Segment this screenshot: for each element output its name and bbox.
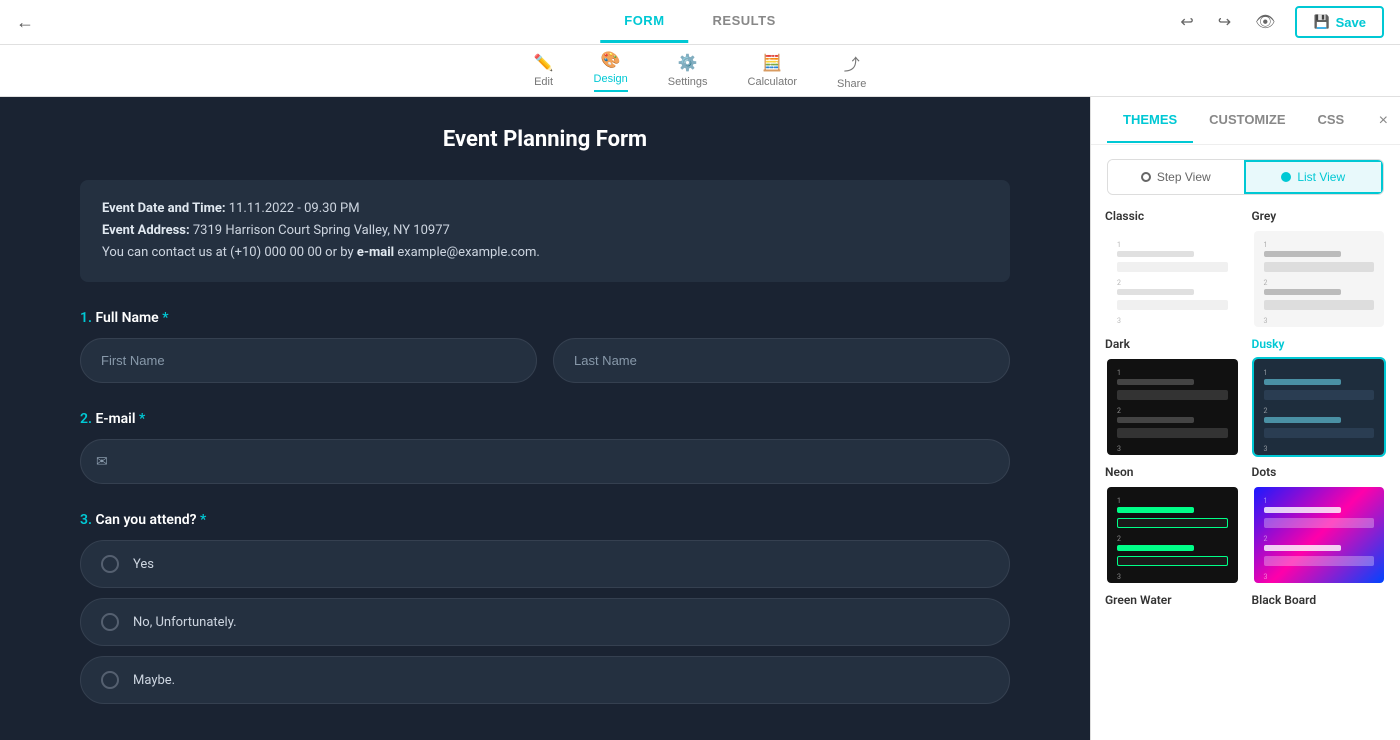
field-full-name: 1. Full Name * <box>80 310 1010 383</box>
tab-form[interactable]: FORM <box>600 1 688 43</box>
theme-label-greenwater: Green Water <box>1105 593 1240 607</box>
info-contact-line: You can contact us at (+10) 000 00 00 or… <box>102 242 988 264</box>
list-view-dot <box>1281 172 1291 182</box>
settings-icon: ⚙️ <box>678 53 698 73</box>
theme-group-dark: Dark 1 2 3 <box>1105 333 1240 457</box>
theme-group-blackboard: Black Board <box>1252 589 1387 613</box>
field-label-email: 2. E-mail * <box>80 411 1010 427</box>
theme-card-grey[interactable]: 1 2 3 <box>1252 229 1387 329</box>
toolbar-share[interactable]: ⤴ Share <box>837 51 866 90</box>
radio-circle-no <box>101 613 119 631</box>
field-label-attend: 3. Can you attend? * <box>80 512 1010 528</box>
field-email: 2. E-mail * ✉ <box>80 411 1010 484</box>
save-button[interactable]: 💾 Save <box>1295 6 1384 38</box>
radio-maybe[interactable]: Maybe. <box>80 656 1010 704</box>
name-inputs <box>80 338 1010 383</box>
theme-group-greenwater: Green Water <box>1105 589 1240 613</box>
view-toggle: Step View List View <box>1107 159 1384 195</box>
themes-row-4: Green Water Black Board <box>1105 589 1386 613</box>
theme-group-classic: Classic 1 2 3 <box>1105 205 1240 329</box>
redo-button[interactable]: ↪ <box>1214 8 1235 36</box>
info-address-line: Event Address: 7319 Harrison Court Sprin… <box>102 220 988 242</box>
toolbar-settings[interactable]: ⚙️ Settings <box>668 53 708 88</box>
panel-tab-css[interactable]: CSS <box>1302 98 1361 143</box>
form-title: Event Planning Form <box>80 127 1010 152</box>
theme-group-neon: Neon 1 2 3 <box>1105 461 1240 585</box>
theme-card-dots[interactable]: 1 2 3 <box>1252 485 1387 585</box>
themes-row-3: Neon 1 2 3 Dots 1 2 <box>1105 461 1386 585</box>
info-date-line: Event Date and Time: 11.11.2022 - 09.30 … <box>102 198 988 220</box>
step-view-dot <box>1141 172 1151 182</box>
nav-right: ↩ ↪ 👁 💾 Save <box>1176 6 1384 38</box>
toolbar: ✏️ Edit 🎨 Design ⚙️ Settings 🧮 Calculato… <box>0 45 1400 97</box>
top-navigation: ← FORM RESULTS ↩ ↪ 👁 💾 Save <box>0 0 1400 45</box>
themes-row-1: Classic 1 2 3 Grey 1 2 <box>1105 205 1386 329</box>
toolbar-calculator[interactable]: 🧮 Calculator <box>748 53 798 88</box>
theme-label-grey: Grey <box>1252 209 1387 223</box>
panel-header: THEMES CUSTOMIZE CSS × <box>1091 97 1400 145</box>
theme-group-dusky: Dusky 1 2 3 <box>1252 333 1387 457</box>
panel-close-button[interactable]: × <box>1379 112 1388 130</box>
field-label-fullname: 1. Full Name * <box>80 310 1010 326</box>
share-icon: ⤴ <box>844 51 860 75</box>
email-input[interactable] <box>80 439 1010 484</box>
field-attend: 3. Can you attend? * Yes No, Unfortunate… <box>80 512 1010 704</box>
themes-scroll: Classic 1 2 3 Grey 1 2 <box>1091 205 1400 740</box>
info-box: Event Date and Time: 11.11.2022 - 09.30 … <box>80 180 1010 282</box>
theme-card-dusky[interactable]: 1 2 3 <box>1252 357 1387 457</box>
preview-button[interactable]: 👁 <box>1251 8 1279 36</box>
radio-no[interactable]: No, Unfortunately. <box>80 598 1010 646</box>
first-name-input[interactable] <box>80 338 537 383</box>
design-icon: 🎨 <box>601 50 621 70</box>
tab-results[interactable]: RESULTS <box>689 1 800 43</box>
active-underline <box>594 90 628 92</box>
radio-circle-maybe <box>101 671 119 689</box>
theme-card-dark[interactable]: 1 2 3 <box>1105 357 1240 457</box>
save-icon: 💾 <box>1313 14 1329 30</box>
radio-circle-yes <box>101 555 119 573</box>
toolbar-design[interactable]: 🎨 Design <box>594 50 628 92</box>
edit-icon: ✏️ <box>534 53 554 73</box>
form-area: Event Planning Form Event Date and Time:… <box>0 97 1090 740</box>
nav-center-tabs: FORM RESULTS <box>600 1 800 43</box>
theme-label-blackboard: Black Board <box>1252 593 1387 607</box>
theme-label-dusky: Dusky <box>1252 337 1387 351</box>
calculator-icon: 🧮 <box>762 53 782 73</box>
theme-group-grey: Grey 1 2 3 <box>1252 205 1387 329</box>
themes-row-2: Dark 1 2 3 Dusky 1 2 <box>1105 333 1386 457</box>
radio-yes[interactable]: Yes <box>80 540 1010 588</box>
main-content: Event Planning Form Event Date and Time:… <box>0 97 1400 740</box>
theme-label-neon: Neon <box>1105 465 1240 479</box>
step-view-button[interactable]: Step View <box>1108 160 1244 194</box>
email-icon: ✉ <box>96 454 108 470</box>
theme-card-neon[interactable]: 1 2 3 <box>1105 485 1240 585</box>
panel-tab-themes[interactable]: THEMES <box>1107 98 1193 143</box>
theme-card-classic[interactable]: 1 2 3 <box>1105 229 1240 329</box>
toolbar-edit[interactable]: ✏️ Edit <box>534 53 554 88</box>
theme-label-dots: Dots <box>1252 465 1387 479</box>
theme-label-dark: Dark <box>1105 337 1240 351</box>
list-view-button[interactable]: List View <box>1244 160 1384 194</box>
theme-group-dots: Dots 1 2 3 <box>1252 461 1387 585</box>
back-button[interactable]: ← <box>16 12 34 33</box>
theme-label-classic: Classic <box>1105 209 1240 223</box>
nav-left: ← <box>16 12 34 33</box>
panel-tab-customize[interactable]: CUSTOMIZE <box>1193 98 1301 143</box>
right-panel: THEMES CUSTOMIZE CSS × Step View List Vi… <box>1090 97 1400 740</box>
undo-button[interactable]: ↩ <box>1176 8 1197 36</box>
email-wrapper: ✉ <box>80 439 1010 484</box>
last-name-input[interactable] <box>553 338 1010 383</box>
